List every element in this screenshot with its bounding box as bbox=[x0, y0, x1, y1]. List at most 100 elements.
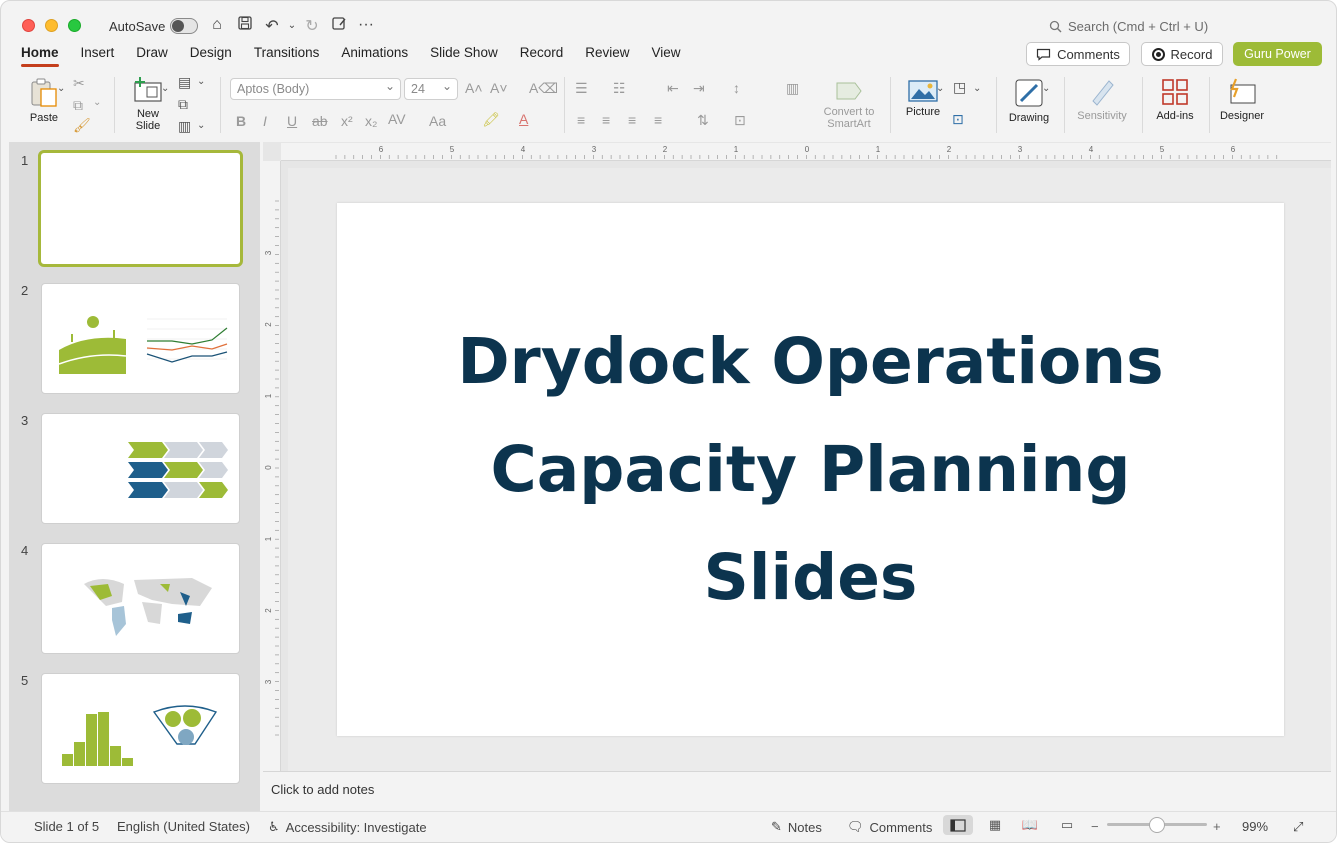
copy-dropdown-icon[interactable]: ⌄ bbox=[93, 97, 101, 108]
slide-sorter-button[interactable]: ▦ bbox=[980, 815, 1010, 835]
zoom-in-icon[interactable]: + bbox=[1213, 819, 1221, 834]
format-painter-icon[interactable]: 🖌 bbox=[73, 117, 91, 134]
slide-number: 4 bbox=[21, 543, 29, 558]
tab-animations[interactable]: Animations bbox=[330, 45, 419, 67]
tab-design[interactable]: Design bbox=[179, 45, 243, 67]
columns-icon[interactable]: ▥ bbox=[786, 80, 799, 97]
notes-toggle[interactable]: ✎ Notes bbox=[771, 819, 822, 835]
slide-title-textbox[interactable]: Drydock Operations Capacity Planning Sli… bbox=[401, 308, 1221, 632]
add-ins-button[interactable]: Add-ins bbox=[1151, 77, 1199, 122]
cut-icon[interactable]: ✂ bbox=[73, 75, 85, 92]
guru-power-button[interactable]: Guru Power bbox=[1233, 42, 1322, 66]
more-icon[interactable]: ··· bbox=[355, 16, 377, 34]
increase-indent-icon[interactable]: ⇥ bbox=[693, 80, 705, 97]
current-slide[interactable]: Drydock Operations Capacity Planning Sli… bbox=[337, 203, 1284, 736]
font-name-select[interactable]: Aptos (Body) bbox=[230, 78, 401, 100]
numbering-icon[interactable]: ☷ bbox=[613, 80, 626, 97]
align-left-icon[interactable]: ≡ bbox=[577, 112, 585, 128]
increase-font-icon[interactable]: A˄ bbox=[465, 80, 483, 96]
tab-draw[interactable]: Draw bbox=[125, 45, 179, 67]
underline-icon[interactable]: U bbox=[287, 113, 297, 129]
font-color-icon[interactable]: A bbox=[519, 111, 528, 127]
maximize-window-button[interactable] bbox=[68, 19, 81, 32]
tab-home[interactable]: Home bbox=[21, 45, 70, 67]
slide-thumbnail-4[interactable] bbox=[41, 543, 240, 654]
ruler-label: 2 bbox=[264, 322, 273, 327]
tab-slide-show[interactable]: Slide Show bbox=[419, 45, 509, 67]
justify-icon[interactable]: ≡ bbox=[654, 112, 662, 128]
highlight-icon[interactable]: 🖍 bbox=[482, 111, 500, 128]
zoom-slider-handle[interactable] bbox=[1149, 817, 1165, 833]
undo-icon[interactable]: ↶ bbox=[261, 16, 283, 36]
save-icon[interactable] bbox=[234, 16, 256, 35]
align-center-icon[interactable]: ≡ bbox=[602, 112, 610, 128]
shapes-dropdown-icon[interactable]: ⌄ bbox=[973, 83, 981, 94]
layout-icon[interactable]: ▤ bbox=[178, 74, 191, 91]
undo-dropdown-icon[interactable]: ⌄ bbox=[281, 20, 303, 31]
align-right-icon[interactable]: ≡ bbox=[628, 112, 636, 128]
zoom-level[interactable]: 99% bbox=[1242, 819, 1268, 834]
reading-view-button[interactable]: 📖 bbox=[1015, 815, 1045, 835]
ribbon-separator bbox=[1209, 77, 1210, 133]
record-button[interactable]: Record bbox=[1141, 42, 1223, 66]
font-size-select[interactable]: 24 bbox=[404, 78, 458, 100]
language-indicator[interactable]: English (United States) bbox=[117, 819, 250, 834]
bullets-icon[interactable]: ☰ bbox=[575, 80, 588, 97]
tab-insert[interactable]: Insert bbox=[70, 45, 126, 67]
autosave-label: AutoSave bbox=[109, 19, 166, 34]
change-case-icon[interactable]: Aa bbox=[429, 113, 446, 129]
line-spacing-icon[interactable]: ↕ bbox=[733, 80, 740, 96]
section-dropdown-icon[interactable]: ⌄ bbox=[197, 120, 205, 131]
bold-icon[interactable]: B bbox=[236, 113, 246, 129]
ruler-label: 2 bbox=[947, 145, 952, 154]
paste-dropdown-icon[interactable]: ⌄ bbox=[57, 83, 65, 94]
redo-icon[interactable]: ↻ bbox=[301, 16, 323, 36]
slide-thumbnail-1[interactable] bbox=[38, 150, 243, 267]
slide-thumbnail-3[interactable] bbox=[41, 413, 240, 524]
superscript-icon[interactable]: x² bbox=[341, 113, 353, 129]
minimize-window-button[interactable] bbox=[45, 19, 58, 32]
decrease-font-icon[interactable]: A˅ bbox=[490, 80, 508, 96]
fit-to-window-icon[interactable]: ⤢ bbox=[1293, 819, 1303, 835]
accessibility-indicator[interactable]: ♿ Accessibility: Investigate bbox=[268, 819, 427, 835]
tab-record[interactable]: Record bbox=[509, 45, 575, 67]
text-direction-icon[interactable]: ⇅ bbox=[697, 112, 709, 129]
close-window-button[interactable] bbox=[22, 19, 35, 32]
search-box[interactable]: Search (Cmd + Ctrl + U) bbox=[1049, 19, 1208, 34]
home-icon[interactable]: ⌂ bbox=[206, 16, 228, 34]
new-slide-dropdown-icon[interactable]: ⌄ bbox=[161, 83, 169, 94]
tab-review[interactable]: Review bbox=[574, 45, 640, 67]
zoom-out-icon[interactable]: − bbox=[1091, 819, 1099, 834]
shapes-icon[interactable]: ◳ bbox=[953, 79, 966, 96]
subscript-icon[interactable]: x₂ bbox=[365, 113, 377, 129]
drawing-dropdown-icon[interactable]: ⌄ bbox=[1042, 83, 1050, 94]
tab-view[interactable]: View bbox=[641, 45, 692, 67]
designer-button[interactable]: Designer bbox=[1216, 77, 1268, 122]
customize-icon[interactable] bbox=[328, 16, 350, 35]
notes-pane[interactable]: Click to add notes bbox=[263, 771, 1331, 811]
convert-smartart-button[interactable]: Convert to SmartArt bbox=[819, 79, 879, 130]
align-text-icon[interactable]: ⊡ bbox=[734, 112, 746, 129]
autosave-toggle[interactable] bbox=[170, 18, 198, 34]
tab-transitions[interactable]: Transitions bbox=[243, 45, 331, 67]
comments-button[interactable]: Comments bbox=[1026, 42, 1130, 66]
clear-formatting-icon[interactable]: A⌫ bbox=[529, 80, 558, 97]
sensitivity-button[interactable]: Sensitivity bbox=[1073, 77, 1131, 122]
copy-icon[interactable]: ⧉ bbox=[73, 97, 83, 114]
italic-icon[interactable]: I bbox=[263, 113, 267, 129]
reset-slide-icon[interactable]: ⧉ bbox=[178, 96, 188, 113]
slide-thumbnail-5[interactable] bbox=[41, 673, 240, 784]
notes-toggle-label: Notes bbox=[787, 819, 822, 835]
section-icon[interactable]: ▥ bbox=[178, 118, 191, 135]
slide-show-button[interactable]: ▭ bbox=[1052, 815, 1082, 835]
strikethrough-icon[interactable]: ab bbox=[312, 113, 328, 129]
comments-toggle[interactable]: 🗨 Comments bbox=[847, 819, 932, 835]
normal-view-button[interactable] bbox=[943, 815, 973, 835]
decrease-indent-icon[interactable]: ⇤ bbox=[667, 80, 679, 97]
layout-dropdown-icon[interactable]: ⌄ bbox=[197, 76, 205, 87]
slide-thumbnail-2[interactable] bbox=[41, 283, 240, 394]
text-box-icon[interactable]: ⊡ bbox=[952, 111, 964, 128]
character-spacing-icon[interactable]: AV bbox=[388, 111, 406, 127]
designer-label: Designer bbox=[1219, 110, 1265, 122]
picture-dropdown-icon[interactable]: ⌄ bbox=[936, 83, 944, 94]
